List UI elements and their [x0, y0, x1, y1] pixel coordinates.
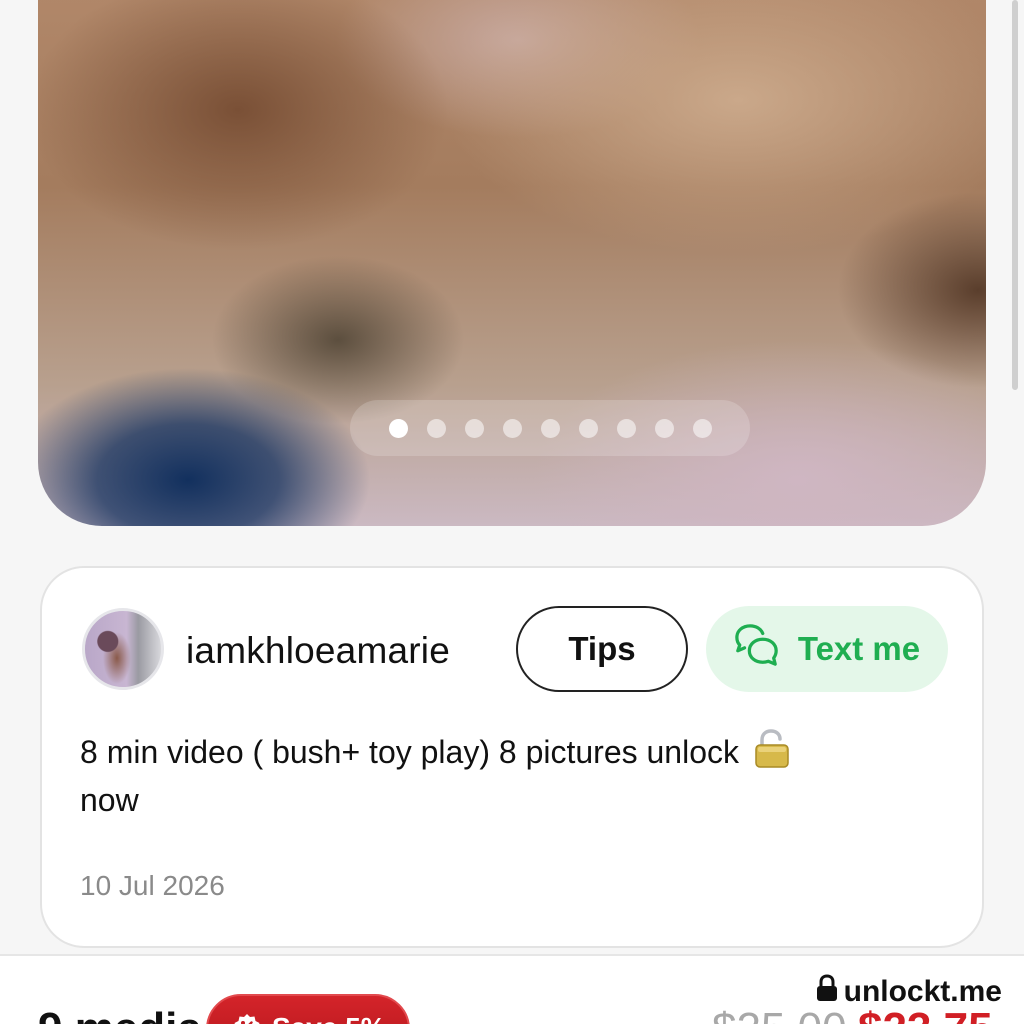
carousel-dot[interactable] [502, 418, 522, 438]
carousel-dot[interactable] [692, 418, 712, 438]
scrollbar[interactable] [1012, 0, 1018, 390]
save-badge-label: Save 5% [272, 1012, 386, 1024]
carousel-dot[interactable] [616, 418, 636, 438]
discount-tag-icon [232, 1012, 262, 1024]
post-page: iamkhloeamarie Tips Text me 8 min video … [0, 0, 1024, 1024]
post-description: 8 min video ( bush+ toy play) 8 pictures… [80, 728, 900, 824]
post-media-carousel[interactable] [38, 0, 986, 526]
post-description-suffix: now [80, 782, 139, 818]
original-price: $25.00 [712, 1004, 847, 1024]
carousel-dot[interactable] [540, 418, 560, 438]
carousel-dot[interactable] [654, 418, 674, 438]
post-date: 10 Jul 2026 [80, 870, 225, 901]
media-count: 9 media [38, 1004, 202, 1024]
carousel-pagination [350, 400, 750, 456]
carousel-dot[interactable] [426, 418, 446, 438]
tips-button-label: Tips [568, 630, 636, 667]
text-me-button[interactable]: Text me [706, 606, 948, 692]
post-info-card: iamkhloeamarie Tips Text me 8 min video … [40, 566, 984, 948]
save-badge: Save 5% [206, 994, 410, 1024]
carousel-dot[interactable] [388, 418, 408, 438]
unlocked-padlock-icon [754, 729, 790, 769]
carousel-dot[interactable] [578, 418, 598, 438]
chat-bubbles-icon [734, 622, 780, 676]
post-description-text: 8 min video ( bush+ toy play) 8 pictures… [80, 734, 739, 770]
text-me-button-label: Text me [797, 630, 921, 667]
avatar[interactable] [82, 608, 164, 690]
tips-button[interactable]: Tips [516, 606, 688, 692]
discounted-price: $23.75 [858, 1004, 993, 1024]
carousel-dot[interactable] [464, 418, 484, 438]
username[interactable]: iamkhloeamarie [186, 630, 450, 672]
